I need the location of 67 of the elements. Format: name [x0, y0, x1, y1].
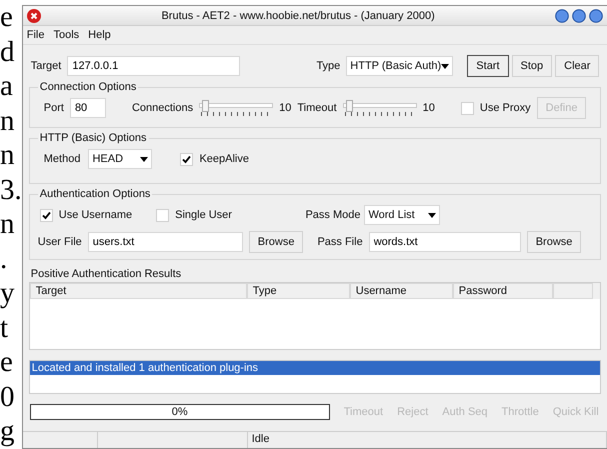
page-text: 0 — [0, 380, 16, 414]
column-header[interactable]: Username — [350, 283, 453, 299]
window-controls-icon[interactable] — [555, 8, 604, 22]
slider-value: 10 — [422, 102, 435, 114]
group-title: Authentication Options — [38, 188, 152, 200]
menu-item[interactable]: Tools — [53, 29, 80, 41]
checkbox-label: Single User — [175, 209, 232, 221]
page-text: n — [0, 207, 16, 242]
method-dropdown[interactable]: HEAD — [88, 149, 152, 169]
method-label: Method — [44, 153, 80, 165]
checkbox-label: Use Username — [58, 209, 132, 221]
page-text: n — [0, 104, 16, 138]
close-icon[interactable] — [26, 8, 41, 22]
pass-file-label: Pass File — [317, 236, 363, 248]
slider-thumb[interactable] — [202, 100, 210, 112]
type-dropdown[interactable]: HTTP (Basic Auth) — [346, 56, 454, 76]
browse-button[interactable]: Browse — [248, 231, 304, 253]
status-text: Idle — [252, 433, 270, 445]
page-text: . — [0, 242, 8, 276]
menu-item[interactable]: File — [26, 29, 44, 41]
group-title: HTTP (Basic) Options — [38, 132, 148, 144]
pass-mode-label: Pass Mode — [305, 209, 360, 221]
port-label: Port — [44, 102, 64, 114]
page-text: e — [0, 0, 14, 34]
checkbox[interactable] — [460, 102, 474, 114]
caret-icon — [428, 212, 436, 218]
user-file-field[interactable]: users.txt — [88, 232, 243, 252]
action-button[interactable]: Stop — [512, 55, 552, 77]
pass-file-field[interactable]: words.txt — [368, 232, 521, 252]
page-text: g — [0, 414, 16, 448]
user-file-label: User File — [38, 236, 82, 248]
page-text: d — [0, 34, 16, 69]
window-title: Brutus - AET2 - www.hoobie.net/brutus - (January 2000) — [160, 10, 436, 22]
caret-icon — [441, 64, 450, 68]
action-button[interactable]: Clear — [555, 55, 600, 77]
checkbox[interactable] — [40, 208, 53, 222]
port-field[interactable]: 80 — [70, 98, 106, 118]
type-label: Type — [316, 60, 340, 72]
action-button[interactable]: Start — [467, 55, 509, 77]
browse-button[interactable]: Browse — [526, 231, 582, 253]
slider-thumb[interactable] — [346, 100, 354, 112]
slider[interactable] — [342, 100, 417, 116]
log-entry[interactable]: Located and installed 1 authentication plug-ins — [30, 361, 600, 375]
slider-value: 10 — [279, 102, 292, 114]
page-text: t — [0, 310, 10, 345]
column-header[interactable]: Password — [452, 283, 553, 299]
target-label: Target — [30, 60, 62, 72]
menu-item[interactable]: Help — [88, 29, 111, 41]
slider-label: Connections — [132, 102, 194, 114]
target-field[interactable]: 127.0.0.1 — [67, 56, 240, 76]
column-header[interactable]: Type — [246, 283, 350, 299]
checkbox[interactable] — [156, 208, 170, 222]
results-title: Positive Authentication Results — [30, 268, 182, 280]
slider-label: Timeout — [297, 102, 337, 114]
group-title: Connection Options — [38, 81, 138, 93]
page-text: y — [0, 276, 16, 310]
page-text: 3. — [0, 172, 22, 207]
page-text: n — [0, 138, 16, 172]
page-text: e — [0, 345, 14, 380]
checkbox-label: KeepAlive — [199, 153, 249, 165]
slider[interactable] — [199, 100, 274, 116]
checkbox[interactable] — [180, 152, 194, 166]
checkbox-label: Use Proxy — [480, 102, 531, 114]
caret-icon — [140, 156, 148, 162]
pass-mode-dropdown[interactable]: Word List — [364, 205, 440, 225]
page-text: a — [0, 69, 14, 104]
column-header[interactable]: Target — [30, 283, 247, 299]
